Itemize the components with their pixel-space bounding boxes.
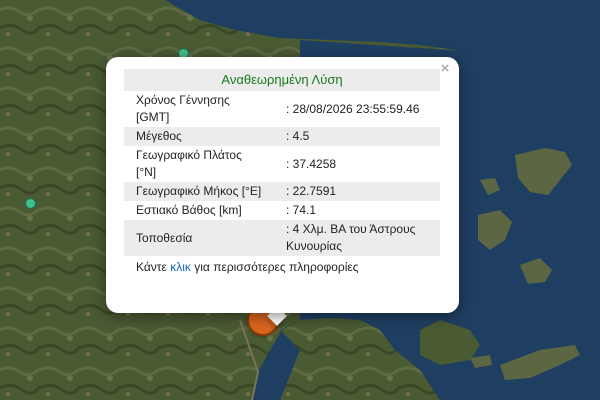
latitude-value: : 37.4258	[268, 146, 440, 182]
earthquake-info-popup: × Αναθεωρημένη Λύση Χρόνος Γέννησης [GMT…	[106, 57, 459, 313]
station-marker[interactable]	[25, 198, 36, 209]
earthquake-info-table: Αναθεωρημένη Λύση Χρόνος Γέννησης [GMT] …	[124, 69, 440, 256]
close-icon[interactable]: ×	[437, 61, 453, 77]
magnitude-value: : 4.5	[268, 127, 440, 146]
magnitude-label: Μέγεθος	[124, 127, 268, 146]
table-header-row: Αναθεωρημένη Λύση	[124, 69, 440, 91]
depth-label: Εστιακό Βάθος [km]	[124, 201, 268, 220]
table-row: Γεωγραφικό Μήκος [°E] : 22.7591	[124, 182, 440, 201]
origin-time-label: Χρόνος Γέννησης [GMT]	[124, 91, 268, 127]
more-info-line: Κάντε κλικ για περισσότερες πληροφορίες	[124, 256, 440, 274]
location-value: : 4 Χλμ. ΒΑ του Άστρους Κυνουρίας	[268, 220, 440, 256]
longitude-value: : 22.7591	[268, 182, 440, 201]
more-info-prefix: Κάντε	[136, 260, 167, 274]
location-label: Τοποθεσία	[124, 220, 268, 256]
origin-time-value: : 28/08/2026 23:55:59.46	[268, 91, 440, 127]
table-row: Γεωγραφικό Πλάτος [°N] : 37.4258	[124, 146, 440, 182]
longitude-label: Γεωγραφικό Μήκος [°E]	[124, 182, 268, 201]
latitude-label: Γεωγραφικό Πλάτος [°N]	[124, 146, 268, 182]
table-row: Εστιακό Βάθος [km] : 74.1	[124, 201, 440, 220]
table-row: Χρόνος Γέννησης [GMT] : 28/08/2026 23:55…	[124, 91, 440, 127]
more-info-suffix: για περισσότερες πληροφορίες	[194, 260, 359, 274]
popup-title: Αναθεωρημένη Λύση	[124, 69, 440, 91]
table-row: Μέγεθος : 4.5	[124, 127, 440, 146]
depth-value: : 74.1	[268, 201, 440, 220]
table-row: Τοποθεσία : 4 Χλμ. ΒΑ του Άστρους Κυνουρ…	[124, 220, 440, 256]
more-info-link[interactable]: κλικ	[170, 260, 191, 274]
